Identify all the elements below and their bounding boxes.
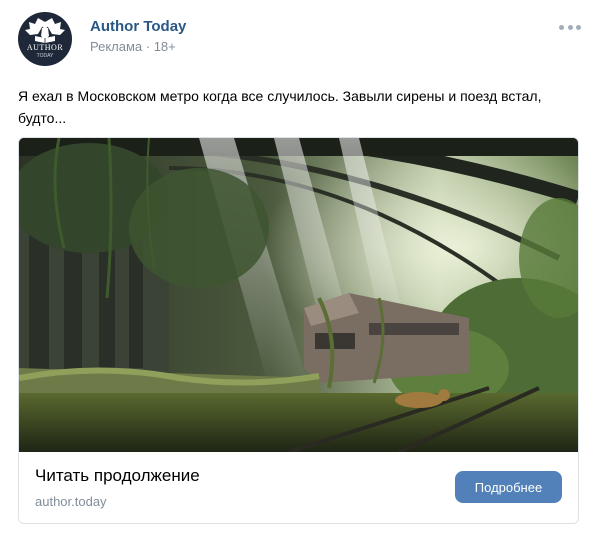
- more-dots-icon[interactable]: [556, 20, 584, 34]
- details-button[interactable]: Подробнее: [455, 471, 562, 503]
- ad-card[interactable]: Читать продолжение author.today Подробне…: [18, 137, 579, 524]
- dot: [576, 24, 581, 30]
- dot: [559, 24, 564, 30]
- author-avatar[interactable]: AUTHOR TODAY: [18, 12, 72, 66]
- post-meta: Реклама · 18+: [90, 39, 176, 54]
- post-text: Я ехал в Московском метро когда все случ…: [18, 88, 542, 126]
- ad-card-footer: Читать продолжение author.today Подробне…: [19, 452, 578, 523]
- author-name-link[interactable]: Author Today: [90, 18, 186, 35]
- dot: [567, 24, 573, 30]
- ad-card-image[interactable]: [19, 138, 578, 452]
- ad-card-domain: author.today: [35, 494, 107, 509]
- avatar-subtitle: TODAY: [36, 53, 54, 59]
- avatar-title: AUTHOR: [26, 43, 64, 52]
- ad-card-title[interactable]: Читать продолжение: [35, 466, 200, 486]
- ad-post: AUTHOR TODAY Author Today Реклама · 18+ …: [0, 0, 600, 552]
